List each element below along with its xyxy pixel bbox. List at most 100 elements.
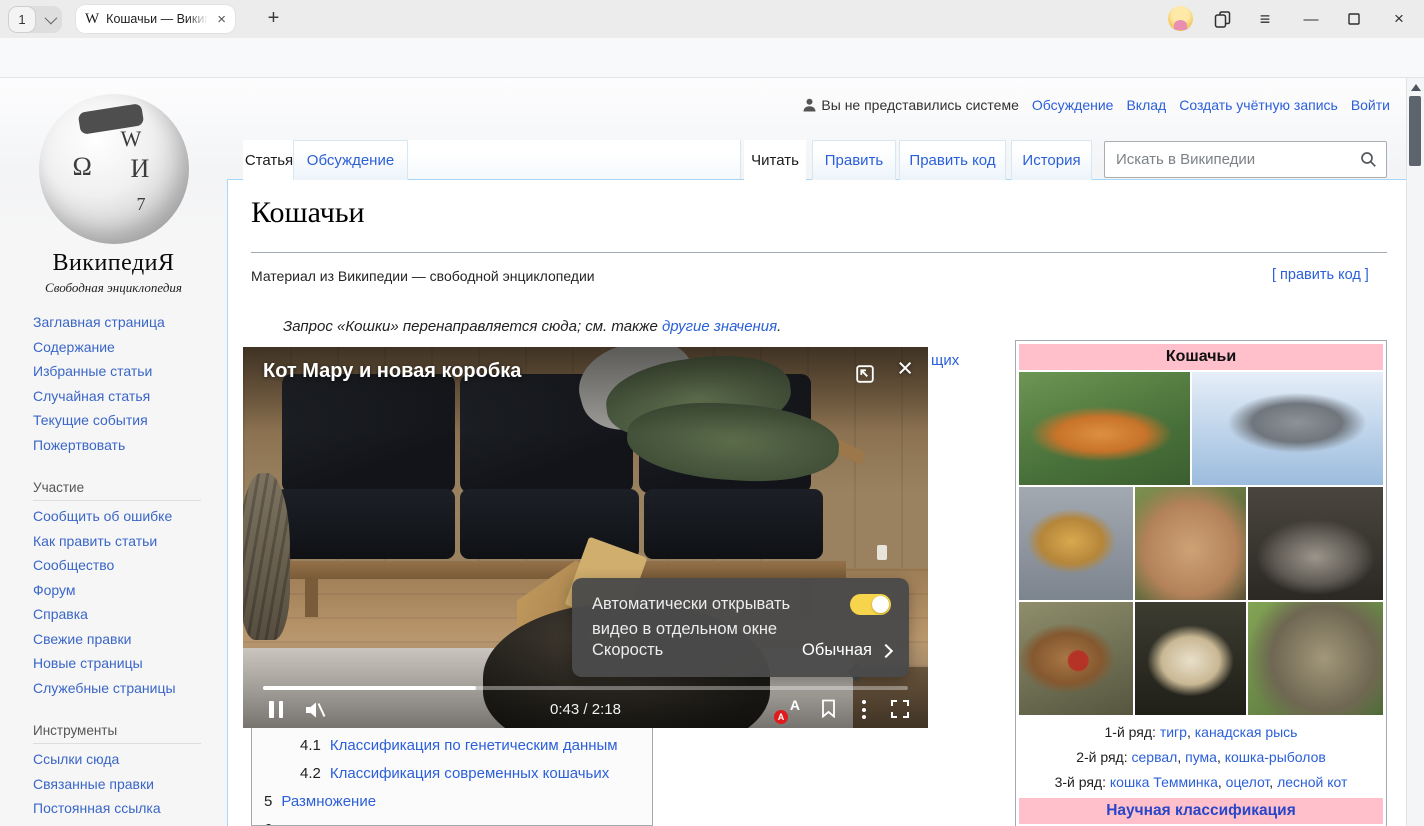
sidebar-item-current-events[interactable]: Текущие события — [33, 412, 223, 437]
wildcat-image[interactable] — [1248, 602, 1383, 715]
tiger-image[interactable] — [1019, 372, 1190, 485]
wikipedia-logo[interactable]: Ω W И 7 ВикипедиЯ Свободная энциклопедия — [0, 88, 227, 296]
personal-link-login[interactable]: Войти — [1351, 97, 1390, 113]
caption-link[interactable]: кошка Темминка — [1110, 774, 1218, 790]
toc-link[interactable]: Размножение — [281, 793, 376, 810]
chevron-right-icon — [879, 643, 893, 657]
globe-glyph: 7 — [137, 194, 146, 215]
sidebar-item-featured[interactable]: Избранные статьи — [33, 363, 223, 388]
sidebar-item-help[interactable]: Справка — [33, 606, 223, 631]
taxobox-captions: 1-й ряд: тигр, канадская рысь 2-й ряд: с… — [1019, 715, 1383, 795]
maximize-icon[interactable] — [1341, 7, 1367, 31]
sidebar-item-how-to-edit[interactable]: Как править статьи — [33, 533, 223, 558]
tab-article[interactable]: Статья — [243, 140, 295, 180]
menu-icon[interactable]: ≡ — [1252, 7, 1278, 31]
new-tab-button[interactable]: + — [260, 5, 287, 32]
toc-link[interactable]: Классификация по генетическим данным — [330, 737, 618, 754]
taxobox: Кошачьи 1-й ряд: тигр, канадская рысь 2-… — [1015, 340, 1387, 826]
browser-window: 1 W Кошачьи — Википедия × + ≡ — × ← Я ↻ … — [0, 0, 1424, 826]
occluded-text-fragment[interactable]: щих — [931, 352, 959, 369]
sidebar-item-related-changes[interactable]: Связанные правки — [33, 776, 223, 801]
tab-counter[interactable]: 1 — [8, 6, 62, 33]
caption-link[interactable]: лесной кот — [1277, 774, 1347, 790]
hatnote-link[interactable]: другие значения — [662, 318, 777, 335]
edit-source-link[interactable]: [ править код ] — [1272, 267, 1369, 283]
ocelot-image[interactable] — [1135, 602, 1246, 715]
wikipedia-globe-icon: Ω W И 7 — [39, 94, 189, 244]
title-rule — [251, 252, 1387, 253]
sidebar-item-report-error[interactable]: Сообщить об ошибке — [33, 508, 223, 533]
caption-link[interactable]: оцелот — [1226, 774, 1270, 790]
tab-history[interactable]: История — [1011, 140, 1092, 180]
hatnote-period: . — [777, 318, 781, 335]
wiki-search-box[interactable] — [1104, 141, 1387, 178]
video-close-icon[interactable]: × — [897, 355, 913, 382]
tab-close-icon[interactable]: × — [217, 12, 226, 27]
kebab-menu-icon[interactable] — [862, 700, 866, 719]
profile-avatar[interactable] — [1168, 6, 1193, 31]
sidebar-item-forum[interactable]: Форум — [33, 582, 223, 607]
taxobox-image-row-2 — [1019, 487, 1383, 600]
serval-image[interactable] — [1019, 487, 1133, 600]
close-window-icon[interactable]: × — [1386, 7, 1412, 31]
personal-link-talk[interactable]: Обсуждение — [1032, 97, 1114, 113]
toggle-knob — [872, 596, 889, 613]
auto-open-toggle[interactable] — [850, 594, 891, 615]
video-progress-bar[interactable] — [263, 686, 908, 690]
page-scrollbar[interactable] — [1406, 78, 1424, 826]
caption-link[interactable]: тигр — [1160, 724, 1187, 740]
canada-lynx-image[interactable] — [1192, 372, 1383, 485]
tabby-cat — [243, 473, 290, 641]
translate-icon[interactable]: A A — [776, 698, 800, 722]
temminck-cat-image[interactable] — [1019, 602, 1133, 715]
caption-link[interactable]: кошка-рыболов — [1225, 749, 1326, 765]
tab-edit[interactable]: Править — [812, 140, 896, 180]
sidebar-header-tools: Инструменты — [33, 723, 201, 744]
search-icon[interactable] — [1360, 151, 1377, 168]
sidebar-item-donate[interactable]: Пожертвовать — [33, 437, 223, 462]
caption-link[interactable]: пума — [1185, 749, 1217, 765]
sidebar-item-community[interactable]: Сообщество — [33, 557, 223, 582]
scrollbar-thumb[interactable] — [1409, 96, 1421, 166]
search-input[interactable] — [1114, 150, 1360, 169]
caption-link[interactable]: канадская рысь — [1195, 724, 1298, 740]
tab-bar-spacer — [408, 140, 741, 179]
sidebar-item-special-pages[interactable]: Служебные страницы — [33, 680, 223, 705]
video-scene-outlet — [877, 545, 887, 560]
site-subtitle: Материал из Википедии — свободной энцикл… — [251, 268, 595, 284]
translate-badge: A — [774, 710, 788, 724]
tab-discussion[interactable]: Обсуждение — [293, 140, 408, 180]
auto-open-label-line2: видео в отдельном окне — [592, 617, 889, 642]
personal-link-create-account[interactable]: Создать учётную запись — [1179, 97, 1338, 113]
tab-list-dropdown[interactable] — [36, 15, 62, 24]
sidebar-item-permanent-link[interactable]: Постоянная ссылка — [33, 800, 223, 825]
save-bookmark-icon[interactable] — [821, 699, 836, 723]
taxobox-title: Кошачьи — [1019, 344, 1383, 370]
fullscreen-icon[interactable] — [890, 699, 910, 724]
sidebar-item-what-links-here[interactable]: Ссылки сюда — [33, 751, 223, 776]
video-player: Кот Мару и новая коробка × 0:43 / 2:18 A… — [243, 347, 928, 728]
puma-image[interactable] — [1135, 487, 1246, 600]
wiki-sidebar: Заглавная страница Содержание Избранные … — [33, 314, 223, 825]
sidebar-item-random[interactable]: Случайная статья — [33, 388, 223, 413]
globe-glyph: И — [131, 154, 150, 184]
browser-tab[interactable]: W Кошачьи — Википедия × — [76, 5, 235, 33]
minimize-icon[interactable]: — — [1298, 7, 1324, 31]
personal-link-contributions[interactable]: Вклад — [1126, 97, 1166, 113]
toc-item: 4.1Классификация по генетическим данным — [252, 731, 652, 759]
side-panels-icon[interactable] — [1209, 7, 1235, 31]
toc-link[interactable]: Классификация современных кошачьих — [330, 765, 609, 782]
scrollbar-up-arrow[interactable] — [1411, 84, 1421, 91]
tab-read[interactable]: Читать — [744, 140, 806, 180]
sidebar-item-main-page[interactable]: Заглавная страница — [33, 314, 223, 339]
sidebar-item-new-pages[interactable]: Новые страницы — [33, 655, 223, 680]
tab-edit-source[interactable]: Править код — [899, 140, 1006, 180]
sidebar-item-contents[interactable]: Содержание — [33, 339, 223, 364]
caption-link[interactable]: сервал — [1132, 749, 1178, 765]
tab-count[interactable]: 1 — [8, 6, 36, 33]
popout-window-icon[interactable] — [854, 363, 876, 390]
video-controls: 0:43 / 2:18 A A — [243, 698, 928, 728]
sidebar-item-recent-changes[interactable]: Свежие правки — [33, 631, 223, 656]
fishing-cat-image[interactable] — [1248, 487, 1383, 600]
speed-row[interactable]: Скорость Обычная — [592, 641, 891, 660]
